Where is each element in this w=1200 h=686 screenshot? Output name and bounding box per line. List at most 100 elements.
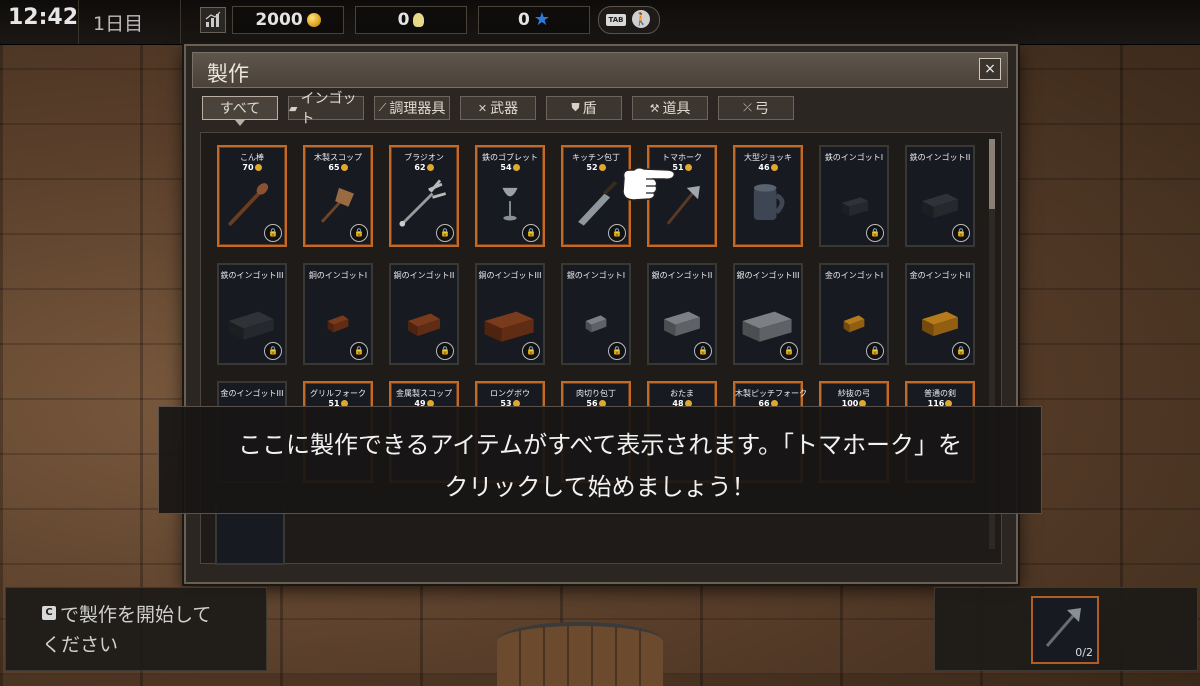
item-name: 鉄のインゴットIII bbox=[220, 271, 284, 280]
idea-counter: 0 bbox=[355, 6, 467, 34]
tab-shields[interactable]: ⛊ 盾 bbox=[546, 96, 622, 120]
item-card-gold-ingot-1[interactable]: 金のインゴットI 🔒 bbox=[819, 263, 889, 365]
item-card-gold-ingot-2[interactable]: 金のインゴットII 🔒 bbox=[905, 263, 975, 365]
tab-ingot[interactable]: ▰ インゴット bbox=[288, 91, 364, 127]
tab-label: 調理器具 bbox=[389, 101, 446, 117]
lock-icon: 🔒 bbox=[608, 342, 626, 360]
item-card-copper-ingot-3[interactable]: 銅のインゴットIII 🔒 bbox=[475, 263, 545, 365]
item-name: 銀のインゴットII bbox=[651, 271, 713, 280]
item-name: 銀のインゴットIII bbox=[736, 271, 800, 280]
tab-all[interactable]: すべて bbox=[202, 96, 278, 126]
item-name: 金のインゴットII bbox=[909, 271, 971, 280]
crossed-swords-icon: ✕ bbox=[477, 101, 488, 115]
coin-icon bbox=[598, 164, 606, 171]
tab-utensils[interactable]: ⟋ 調理器具 bbox=[374, 96, 450, 120]
item-name: 金のインゴットI bbox=[824, 271, 884, 280]
lock-icon: 🔒 bbox=[866, 224, 884, 242]
item-card-copper-ingot-2[interactable]: 銅のインゴットII 🔒 bbox=[389, 263, 459, 365]
day-counter: 1日目 bbox=[93, 13, 144, 35]
craft-progress-panel: 0/2 bbox=[934, 587, 1198, 671]
item-cost: 62 bbox=[391, 163, 457, 172]
item-name: 銅のインゴットI bbox=[308, 271, 368, 280]
item-card-iron-ingot-3[interactable]: 鉄のインゴットIII 🔒 bbox=[217, 263, 287, 365]
item-card-copper-ingot-1[interactable]: 銅のインゴットI 🔒 bbox=[303, 263, 373, 365]
item-name: 木製ピッチフォーク bbox=[735, 389, 807, 398]
top-hud-bar: 12:42 1日目 2000 0 0 ★ TAB 🚶 bbox=[0, 0, 1200, 45]
walking-person-icon: 🚶 bbox=[632, 10, 650, 28]
craft-hint-panel: C で製作を開始して ください bbox=[5, 587, 267, 671]
lock-icon: 🔒 bbox=[694, 342, 712, 360]
lock-icon: 🔒 bbox=[522, 342, 540, 360]
lock-icon: 🔒 bbox=[436, 224, 454, 242]
item-card-brazion[interactable]: ブラジオン 62 🔒 bbox=[389, 145, 459, 247]
hammer-icon: ⚒ bbox=[649, 101, 660, 115]
item-card-silver-ingot-3[interactable]: 銀のインゴットIII 🔒 bbox=[733, 263, 803, 365]
lock-icon: 🔒 bbox=[522, 224, 540, 242]
bow-icon: ⤫ bbox=[743, 101, 752, 114]
hint-line-1: で製作を開始して bbox=[60, 604, 212, 626]
window-title-bar: 製作 × bbox=[192, 52, 1008, 88]
ingot-icon: ▰ bbox=[289, 101, 298, 115]
item-cost: 46 bbox=[735, 163, 801, 172]
item-name: おたま bbox=[670, 389, 694, 398]
item-card-iron-ingot-2[interactable]: 鉄のインゴットII 🔒 bbox=[905, 145, 975, 247]
star-amount: 0 bbox=[518, 10, 530, 30]
lock-icon: 🔒 bbox=[350, 342, 368, 360]
hint-line-2: ください bbox=[42, 634, 119, 656]
item-name: 大型ジョッキ bbox=[744, 153, 792, 162]
lock-icon: 🔒 bbox=[608, 224, 626, 242]
walk-mode-toggle[interactable]: TAB 🚶 bbox=[598, 6, 660, 34]
tab-label: すべて bbox=[219, 101, 261, 117]
coin-icon bbox=[306, 13, 321, 27]
craft-slot[interactable]: 0/2 bbox=[1031, 596, 1099, 664]
pointing-hand-icon bbox=[622, 166, 676, 201]
item-card-club[interactable]: こん棒 70 🔒 bbox=[217, 145, 287, 247]
item-name: ロングボウ bbox=[490, 389, 530, 398]
lock-icon: 🔒 bbox=[436, 342, 454, 360]
tab-weapons[interactable]: ✕ 武器 bbox=[460, 96, 536, 120]
mug-icon bbox=[753, 184, 785, 220]
item-name: 木製スコップ bbox=[314, 153, 362, 162]
item-card-iron-ingot-1[interactable]: 鉄のインゴットI 🔒 bbox=[819, 145, 889, 247]
window-title: 製作 bbox=[207, 62, 249, 86]
coin-icon bbox=[770, 164, 778, 171]
gold-counter: 2000 bbox=[232, 6, 344, 34]
divider bbox=[180, 0, 181, 44]
tab-label: 盾 bbox=[582, 101, 597, 117]
item-card-silver-ingot-1[interactable]: 銀のインゴットI 🔒 bbox=[561, 263, 631, 365]
stats-icon[interactable] bbox=[200, 7, 226, 33]
lock-icon: 🔒 bbox=[350, 224, 368, 242]
item-name: 鉄のゴブレット bbox=[482, 153, 538, 162]
tab-bows[interactable]: ⤫ 弓 bbox=[718, 96, 794, 120]
scrollbar-thumb[interactable] bbox=[989, 139, 995, 209]
tab-label: インゴット bbox=[300, 91, 357, 127]
item-cost: 65 bbox=[305, 163, 371, 172]
clock: 12:42 bbox=[8, 5, 79, 30]
item-name: 肉切り包丁 bbox=[576, 389, 616, 398]
c-key-icon: C bbox=[42, 606, 56, 620]
lock-icon: 🔒 bbox=[780, 342, 798, 360]
barrel bbox=[497, 622, 663, 686]
close-button[interactable]: × bbox=[979, 58, 1001, 80]
item-name: グリルフォーク bbox=[310, 389, 366, 398]
item-card-large-mug[interactable]: 大型ジョッキ 46 bbox=[733, 145, 803, 247]
idea-amount: 0 bbox=[397, 10, 410, 30]
item-card-silver-ingot-2[interactable]: 銀のインゴットII 🔒 bbox=[647, 263, 717, 365]
item-card-iron-goblet[interactable]: 鉄のゴブレット 54 🔒 bbox=[475, 145, 545, 247]
divider bbox=[78, 0, 79, 44]
tab-key-icon: TAB bbox=[606, 14, 626, 26]
item-name: 銅のインゴットIII bbox=[478, 271, 542, 280]
tab-label: 道具 bbox=[662, 101, 691, 117]
item-cost: 54 bbox=[477, 163, 543, 172]
gold-amount: 2000 bbox=[255, 10, 303, 30]
item-name: 銅のインゴットII bbox=[393, 271, 455, 280]
lock-icon: 🔒 bbox=[866, 342, 884, 360]
utensil-icon: ⟋ bbox=[378, 101, 387, 114]
tab-tools[interactable]: ⚒ 道具 bbox=[632, 96, 708, 120]
item-name: ブラジオン bbox=[404, 153, 444, 162]
coin-icon bbox=[340, 164, 348, 171]
coin-icon bbox=[426, 164, 434, 171]
item-card-wooden-shovel[interactable]: 木製スコップ 65 🔒 bbox=[303, 145, 373, 247]
lightbulb-icon bbox=[413, 13, 425, 27]
lock-icon: 🔒 bbox=[952, 342, 970, 360]
